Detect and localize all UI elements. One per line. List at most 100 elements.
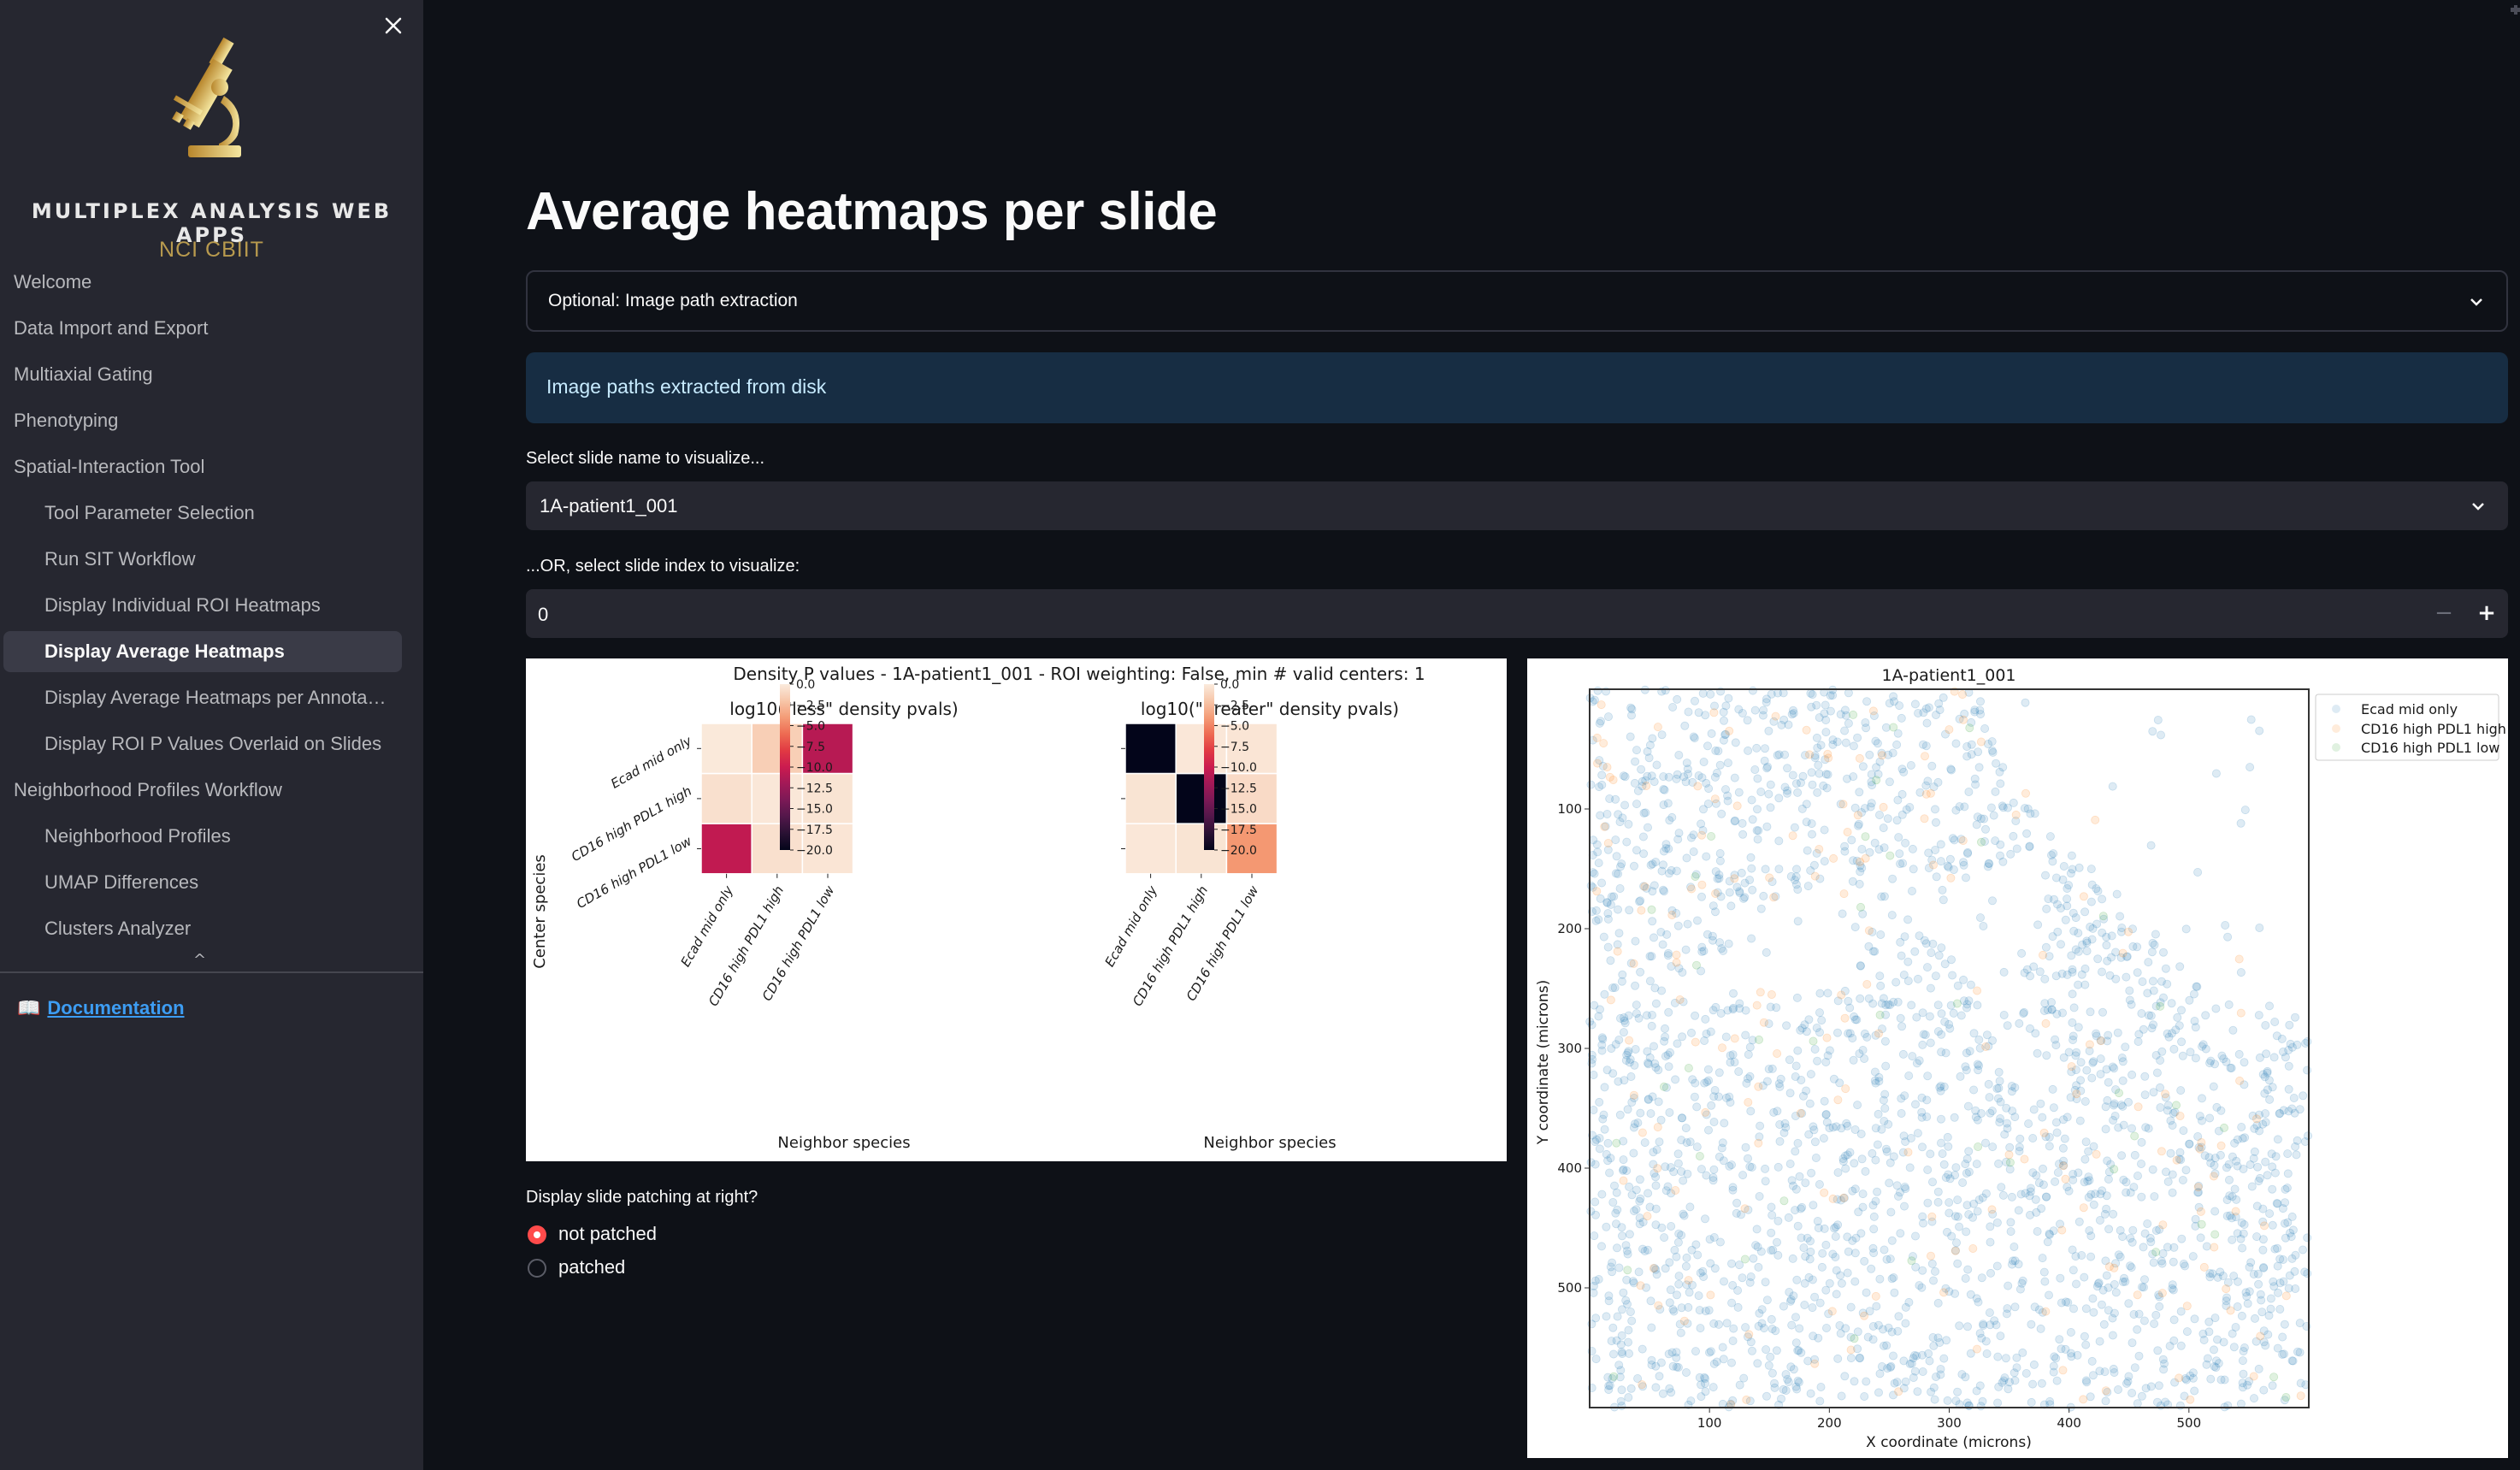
scatter-point (1791, 880, 1801, 889)
scatter-point (1745, 1278, 1755, 1287)
scatter-point (1680, 721, 1690, 730)
scatter-point (1935, 1338, 1945, 1348)
scatter-point (1953, 1212, 1962, 1221)
scatter-point (1638, 1128, 1647, 1137)
settings-puzzle-icon[interactable] (2511, 3, 2520, 15)
scatter-point (2148, 1165, 2157, 1174)
scatter-point (1964, 1167, 1974, 1177)
scatter-point (1669, 1167, 1679, 1177)
scatter-point (1700, 1214, 1709, 1224)
scatter-point (1923, 1072, 1933, 1081)
scatter-point (1692, 916, 1702, 925)
scatter-point (2228, 1235, 2237, 1244)
slide-index-input[interactable] (536, 603, 2164, 627)
scatter-point (2097, 1300, 2106, 1309)
scatter-point (2082, 1066, 2092, 1075)
sidebar-item-umap-differences[interactable]: UMAP Differences (0, 865, 402, 912)
scatter-point (2098, 1007, 2108, 1017)
documentation-link[interactable]: Documentation (47, 997, 184, 1018)
scatter-point (1964, 787, 1974, 796)
scatter-point (1612, 1219, 1621, 1229)
scatter-point (1754, 1082, 1763, 1091)
sidebar-item-welcome[interactable]: Welcome (0, 265, 402, 311)
sidebar-item-neighborhood-profiles-workflow[interactable]: Neighborhood Profiles Workflow (0, 773, 402, 819)
scatter-point (1797, 1024, 1807, 1033)
scatter-point (2017, 948, 2027, 958)
scatter-point (1881, 1061, 1891, 1071)
scatter-point (1862, 1288, 1871, 1297)
sidebar-item-neighborhood-profiles[interactable]: Neighborhood Profiles (0, 819, 402, 865)
scatter-point (1858, 1190, 1868, 1199)
scatter-point (2169, 1044, 2179, 1054)
sidebar-item-display-average-heatmaps-per-annotation[interactable]: Display Average Heatmaps per Annota… (0, 681, 402, 727)
sidebar-item-display-roi-p-values-overlaid[interactable]: Display ROI P Values Overlaid on Slides (0, 727, 402, 773)
sidebar-item-tool-parameter-selection[interactable]: Tool Parameter Selection (0, 496, 402, 542)
scatter-point (1614, 869, 1623, 878)
scatter-point (1723, 1006, 1732, 1015)
scatter-point (2042, 1051, 2051, 1060)
scatter-point (1741, 1006, 1750, 1015)
scatter-point (1645, 1202, 1655, 1212)
sidebar-item-display-average-heatmaps[interactable]: Display Average Heatmaps (3, 631, 402, 672)
scatter-point (2272, 1031, 2281, 1041)
scatter-point (2257, 1308, 2267, 1317)
scatter-point (2281, 1053, 2290, 1062)
sidebar-item-multiaxial-gating[interactable]: Multiaxial Gating (0, 357, 402, 404)
scatter-point (2040, 974, 2050, 983)
scatter-point (2201, 1011, 2210, 1020)
collapse-nav-caret-icon[interactable]: ^ (193, 951, 206, 969)
scatter-point (2192, 982, 2202, 991)
scatter-point (1768, 1211, 1777, 1220)
scatter-point (2239, 1347, 2248, 1356)
scatter-point (2080, 1097, 2090, 1107)
image-path-expander[interactable]: Optional: Image path extraction (526, 270, 2508, 332)
scatter-point (1785, 1160, 1795, 1169)
scatter-point (2114, 1385, 2123, 1395)
scatter-point (1592, 840, 1602, 849)
scatter-point (1882, 1147, 1891, 1156)
scatter-point (1875, 1369, 1885, 1378)
scatter-point (1964, 1401, 1974, 1410)
scatter-point (2005, 1142, 2015, 1152)
scatter-point (1691, 960, 1701, 970)
scatter-point (2082, 1378, 2092, 1387)
sidebar-item-data-import-export[interactable]: Data Import and Export (0, 311, 402, 357)
scatter-point (2265, 1209, 2275, 1219)
heatmap-less-title: log10("less" density pvals) (729, 699, 958, 719)
scatter-point (2119, 1175, 2128, 1184)
scatter-point (1896, 859, 1905, 869)
scatter-point (1752, 1001, 1762, 1010)
increment-button[interactable]: + (2465, 589, 2508, 638)
sidebar-item-phenotyping[interactable]: Phenotyping (0, 404, 402, 450)
scatter-point (1946, 765, 1956, 775)
scatter-point (2145, 1011, 2154, 1020)
scatter-point (2175, 1112, 2185, 1121)
scatter-point (1649, 1264, 1658, 1273)
scatter-point (1808, 1275, 1817, 1284)
scatter-point (1765, 873, 1774, 883)
scatter-point (1686, 833, 1696, 842)
sidebar-item-run-sit-workflow[interactable]: Run SIT Workflow (0, 542, 402, 588)
patching-radio-label: Display slide patching at right? (526, 1188, 758, 1207)
scatter-point (1625, 1036, 1634, 1045)
sidebar-item-spatial-interaction-tool[interactable]: Spatial-Interaction Tool (0, 450, 402, 496)
scatter-point (1980, 814, 1989, 824)
scatter-point (1964, 1147, 1974, 1156)
decrement-button[interactable]: − (2423, 589, 2465, 638)
scatter-point (2063, 1183, 2072, 1192)
scatter-point (1701, 1107, 1710, 1117)
scatter-point (2235, 1076, 2245, 1085)
slide-name-select[interactable]: 1A-patient1_001 (526, 481, 2508, 530)
scatter-point (2051, 1177, 2060, 1186)
scatter-point (1660, 1036, 1669, 1046)
colorbar-tick-label: −10.0 (1220, 761, 1257, 775)
scatter-point (2157, 1256, 2166, 1266)
sidebar-item-display-individual-roi-heatmaps[interactable]: Display Individual ROI Heatmaps (0, 588, 402, 635)
scatter-point (2020, 968, 2029, 977)
scatter-point (1692, 1142, 1702, 1152)
scatter-point (1674, 1279, 1684, 1289)
scatter-point (1622, 837, 1632, 847)
scatter-point (2083, 1177, 2092, 1186)
scatter-point (1904, 1297, 1914, 1307)
scatter-point (1922, 718, 1932, 728)
